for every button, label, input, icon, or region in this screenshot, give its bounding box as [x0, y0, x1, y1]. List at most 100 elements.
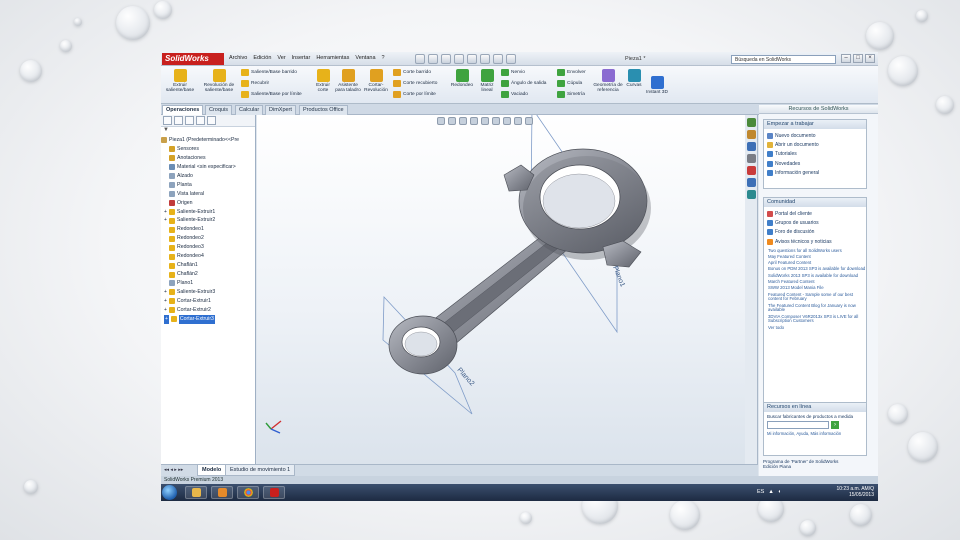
revolve-boss-button[interactable]: Revolución de saliente/base [201, 69, 237, 93]
plane1-label[interactable]: Plano1 [611, 265, 626, 288]
forum-tab-icon[interactable] [747, 190, 756, 199]
tree-item[interactable]: + Saliente-Extruir1 [161, 208, 255, 217]
tree-item[interactable]: Redondeo1 [161, 225, 255, 234]
menu-ver[interactable]: Ver [277, 55, 285, 61]
design-library-tab-icon[interactable] [747, 130, 756, 139]
go-arrow-icon[interactable]: › [831, 421, 839, 429]
curves-button[interactable]: Curvas [624, 69, 644, 88]
user-groups-link[interactable]: Grupos de usuarios [767, 218, 863, 227]
minimize-button[interactable]: – [841, 54, 851, 63]
search-input[interactable]: Búsqueda en SolidWorks [731, 55, 836, 64]
open-document-link[interactable]: Abrir un documento [767, 140, 863, 149]
volume-icon[interactable]: ◖ [778, 489, 781, 495]
linear-pattern-button[interactable]: Matriz lineal [476, 69, 498, 93]
lofted-cut-button[interactable]: Corte recubierto [393, 80, 437, 87]
tree-item[interactable]: Origen [161, 199, 255, 208]
custom-properties-tab-icon[interactable] [747, 178, 756, 187]
tab-model[interactable]: Modelo [197, 465, 227, 476]
tree-item[interactable]: Planta [161, 181, 255, 190]
display-manager-icon[interactable] [207, 116, 216, 125]
shell-button[interactable]: Vaciado [501, 91, 528, 98]
extrude-cut-button[interactable]: Extruir corte [311, 69, 335, 93]
zoom-fit-icon[interactable] [437, 117, 445, 125]
tree-item[interactable]: Redondeo4 [161, 252, 255, 261]
tree-item[interactable]: Redondeo3 [161, 243, 255, 252]
tree-item[interactable]: Plano1 [161, 279, 255, 288]
news-item[interactable]: The Featured Content Blog for January is… [768, 303, 866, 313]
tree-item[interactable]: + Cortar-Extruir1 [161, 297, 255, 306]
tree-item-selected[interactable]: + Cortar-Extruir3 [161, 314, 255, 324]
network-icon[interactable]: ▲ [768, 489, 773, 495]
news-item[interactable]: SWW 2013 Model Mania File [768, 286, 866, 291]
scene-icon[interactable] [525, 117, 533, 125]
mirror-button[interactable]: Simetría [557, 91, 585, 98]
tree-item[interactable]: Alzado [161, 172, 255, 181]
expand-icon[interactable]: + [164, 288, 167, 297]
menu-edicion[interactable]: Edición [253, 55, 271, 61]
feature-tree-icon[interactable] [163, 116, 172, 125]
fillet-button[interactable]: Redondeo [449, 69, 475, 88]
news-item[interactable]: 3DVIA Composer V6R2013x SP3 is LIVE for … [768, 314, 866, 324]
expand-icon[interactable]: + [164, 314, 169, 324]
appearances-tab-icon[interactable] [747, 166, 756, 175]
extrude-boss-button[interactable]: Extruir saliente/base [164, 69, 196, 93]
hide-show-icon[interactable] [503, 117, 511, 125]
filter-icon[interactable]: ▼ [161, 127, 255, 136]
menu-archivo[interactable]: Archivo [229, 55, 247, 61]
plane2-label[interactable]: Plano2 [456, 367, 476, 388]
view-all-link[interactable]: Ver todo [768, 325, 866, 331]
tree-item[interactable]: Vista lateral [161, 190, 255, 199]
configuration-manager-icon[interactable] [185, 116, 194, 125]
select-icon[interactable] [480, 54, 490, 64]
tab-croquis[interactable]: Croquis [205, 105, 232, 115]
file-explorer-tab-icon[interactable] [747, 142, 756, 151]
tree-root[interactable]: Pieza1 (Predeterminado<<Pre [161, 136, 255, 145]
revolve-cut-button[interactable]: Cortar-Revolución [362, 69, 390, 93]
customer-portal-link[interactable]: Portal del cliente [767, 209, 863, 218]
instant3d-button[interactable]: Instant 3D [646, 76, 668, 95]
language-indicator[interactable]: ES [757, 489, 764, 495]
view-orientation-icon[interactable] [481, 117, 489, 125]
hole-wizard-button[interactable]: Asistente para taladro [335, 69, 361, 93]
manufacturer-search-input[interactable] [767, 421, 829, 429]
tab-motion-study[interactable]: Estudio de movimiento 1 [225, 465, 296, 476]
tab-scroll-arrows[interactable]: ◂◂ ◂ ▸ ▸▸ [164, 467, 183, 473]
new-file-icon[interactable] [415, 54, 425, 64]
partner-program-link[interactable]: Programa de 'Partner' de SolidWorks Edic… [763, 459, 867, 469]
rib-button[interactable]: Nervio [501, 69, 525, 76]
tree-item[interactable]: Sensores [161, 145, 255, 154]
save-icon[interactable] [441, 54, 451, 64]
dimxpert-manager-icon[interactable] [196, 116, 205, 125]
open-file-icon[interactable] [428, 54, 438, 64]
loft-button[interactable]: Recubrir [241, 80, 269, 87]
undo-icon[interactable] [467, 54, 477, 64]
tech-alerts-link[interactable]: Avisos técnicos y noticias [767, 237, 863, 246]
view-palette-tab-icon[interactable] [747, 154, 756, 163]
reference-geometry-button[interactable]: Geometría de referencia [593, 69, 623, 93]
tree-item[interactable]: Material <sin especificar> [161, 163, 255, 172]
tab-productos-office[interactable]: Productos Office [299, 105, 348, 115]
options-icon[interactable] [506, 54, 516, 64]
menu-ventana[interactable]: Ventana [355, 55, 375, 61]
whats-new-link[interactable]: Novedades [767, 159, 863, 168]
start-button[interactable] [162, 485, 177, 500]
news-item[interactable]: Featured Content - Sample some of our be… [768, 292, 866, 302]
taskbar-explorer[interactable] [185, 486, 207, 499]
menu-insertar[interactable]: Insertar [292, 55, 311, 61]
tree-item[interactable]: Chaflán2 [161, 270, 255, 279]
previous-view-icon[interactable] [459, 117, 467, 125]
taskbar-solidworks[interactable] [263, 486, 285, 499]
rebuild-icon[interactable] [493, 54, 503, 64]
taskbar-chrome[interactable] [237, 486, 259, 499]
dome-button[interactable]: Cúpula [557, 80, 582, 87]
wrap-button[interactable]: Envolver [557, 69, 586, 76]
section-view-icon[interactable] [470, 117, 478, 125]
swept-cut-button[interactable]: Corte barrido [393, 69, 431, 76]
tree-item[interactable]: Anotaciones [161, 154, 255, 163]
news-item[interactable]: May Featured Content [768, 254, 866, 260]
discussion-forum-link[interactable]: Foro de discusión [767, 228, 863, 237]
menu-help[interactable]: ? [382, 55, 385, 61]
draft-button[interactable]: Ángulo de salida [501, 80, 546, 87]
expand-icon[interactable]: + [164, 216, 167, 225]
menu-herramientas[interactable]: Herramientas [316, 55, 349, 61]
